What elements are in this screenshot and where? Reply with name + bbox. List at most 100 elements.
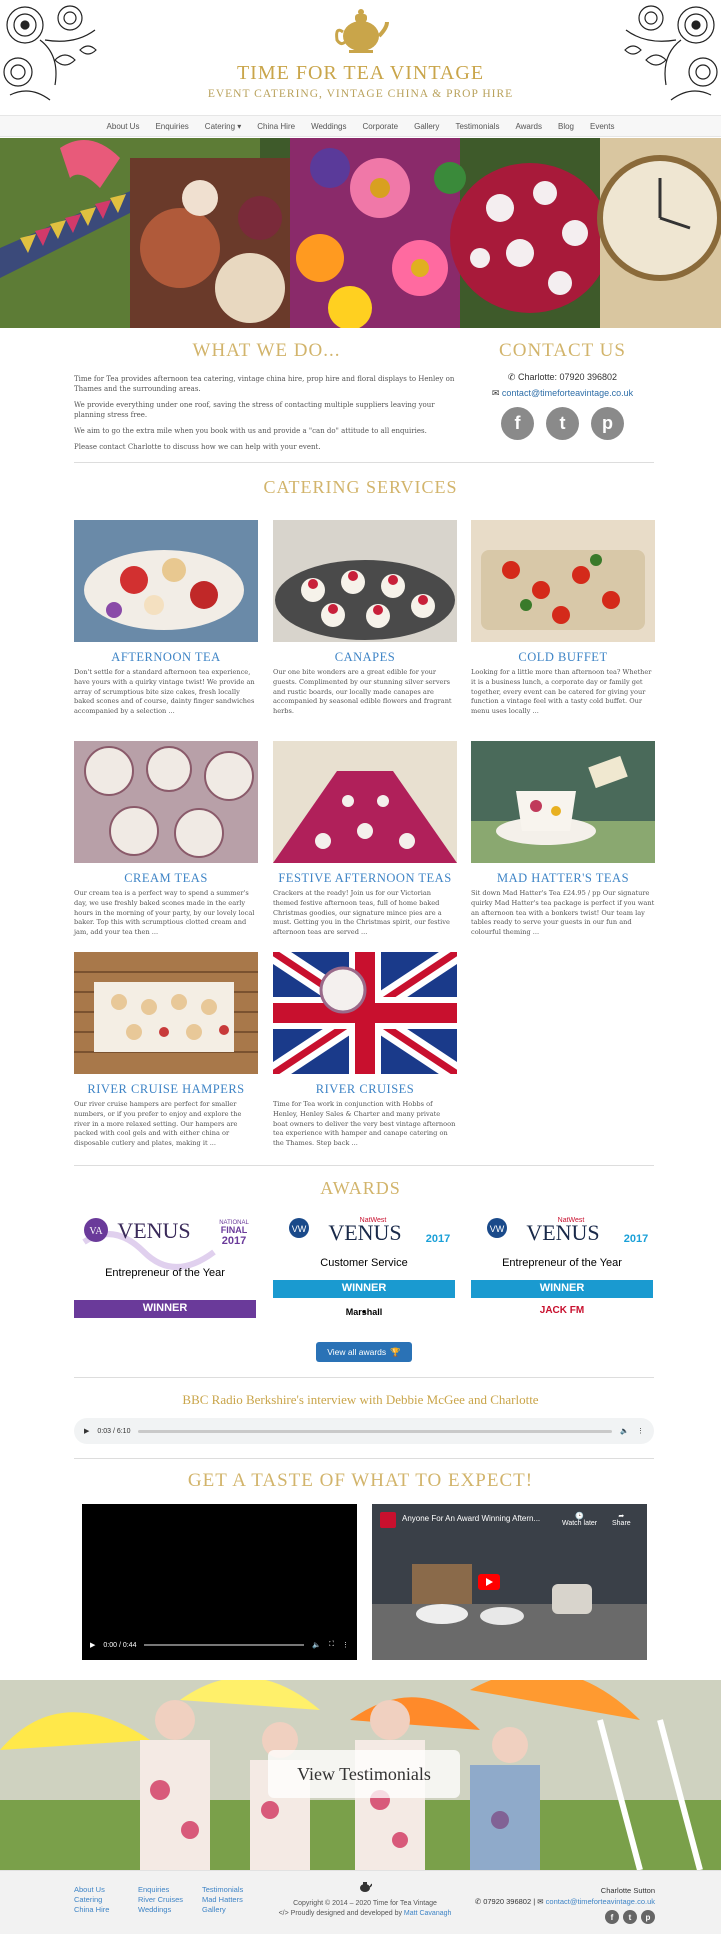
pinterest-icon[interactable]: p [641, 1910, 655, 1924]
audio-seek-bar[interactable] [138, 1429, 613, 1433]
catering-card-canapes[interactable]: CANAPES Our one bite wonders are a great… [273, 520, 457, 717]
nav-item-blog[interactable]: Blog [550, 116, 582, 136]
facebook-icon[interactable]: f [501, 407, 534, 440]
nav-item-gallery[interactable]: Gallery [406, 116, 447, 136]
contact-phone-text: Charlotte: 07920 396802 [517, 372, 618, 382]
brand-title[interactable]: TIME FOR TEA VINTAGE [0, 62, 721, 85]
award-result: WINNER [142, 1302, 188, 1314]
videos-heading: GET A TASTE OF WHAT TO EXPECT! [187, 1470, 534, 1491]
catering-card-festive-afternoon-teas[interactable]: FESTIVE AFTERNOON TEAS Crackers at the r… [273, 741, 457, 938]
catering-card-mad-hatters-teas[interactable]: MAD HATTER'S TEAS Sit down Mad Hatter's … [471, 741, 655, 938]
site-header: TIME FOR TEA VINTAGE EVENT CATERING, VIN… [0, 0, 721, 115]
svg-text:VENUS: VENUS [526, 1220, 599, 1245]
nav-item-enquiries[interactable]: Enquiries [147, 116, 196, 136]
youtube-video-title[interactable]: Anyone For An Award Winning Aftern... [402, 1514, 540, 1523]
svg-text:VW: VW [490, 1224, 505, 1234]
more-options-icon[interactable]: ⋮ [342, 1641, 349, 1649]
twitter-icon[interactable]: t [623, 1910, 637, 1924]
footer-name: Charlotte Sutton [600, 1886, 655, 1895]
volume-icon[interactable]: 🔈 [312, 1641, 321, 1649]
nav-item-awards[interactable]: Awards [507, 116, 550, 136]
footer-link[interactable]: Testimonials [202, 1885, 243, 1895]
card-title[interactable]: CREAM TEAS [74, 871, 258, 886]
volume-icon[interactable]: 🔈 [620, 1427, 629, 1435]
watch-later-button[interactable]: 🕒 Watch later [562, 1512, 597, 1527]
more-options-icon[interactable]: ⋮ [637, 1427, 644, 1435]
page: TIME FOR TEA VINTAGE EVENT CATERING, VIN… [0, 0, 721, 1934]
section-divider [74, 1458, 654, 1459]
card-title[interactable]: RIVER CRUISE HAMPERS [74, 1082, 258, 1097]
card-description: Looking for a little more than afternoon… [471, 668, 652, 716]
video-seek-bar[interactable] [144, 1644, 305, 1646]
contact-email-link[interactable]: contact@timefortea​vintage.co.uk [502, 388, 633, 398]
what-we-do-paragraph: Time for Tea provides afternoon tea cate… [74, 375, 455, 393]
nav-item-weddings[interactable]: Weddings [303, 116, 354, 136]
footer-contact-line: ✆ 07920 396802 | ✉ contact@timefortea​vi… [474, 1897, 655, 1906]
hero-banner-image [0, 138, 721, 328]
catering-card-cream-teas[interactable]: CREAM TEAS Our cream tea is a perfect wa… [74, 741, 258, 938]
twitter-icon[interactable]: t [546, 407, 579, 440]
contact-section: CONTACT US ✆ Charlotte: 07920 396802 ✉ c… [470, 340, 655, 440]
card-title[interactable]: CANAPES [273, 650, 457, 665]
footer-link[interactable]: Catering [74, 1895, 109, 1905]
card-title[interactable]: MAD HATTER'S TEAS [471, 871, 655, 886]
nav-item-china-hire[interactable]: China Hire [249, 116, 303, 136]
award-sponsor: Marshall [345, 1307, 383, 1317]
footer-phone[interactable]: 07920 396802 [483, 1897, 531, 1906]
contact-phone[interactable]: ✆ Charlotte: 07920 396802 [470, 372, 655, 383]
footer-link[interactable]: River Cruises [138, 1895, 183, 1905]
afternoon-tea-photo [74, 520, 258, 642]
youtube-embed[interactable]: Anyone For An Award Winning Aftern... 🕒 W… [372, 1504, 647, 1660]
watch-later-label: Watch later [562, 1520, 598, 1527]
award-result: WINNER [341, 1282, 387, 1294]
nav-item-testimonials[interactable]: Testimonials [447, 116, 507, 136]
card-description: Crackers at the ready! Join us for our V… [273, 889, 450, 937]
video-player[interactable]: ▶ 0:00 / 0:44 🔈 ⛶ ⋮ [82, 1504, 357, 1660]
social-links: f t p [470, 407, 655, 440]
nav-item-events[interactable]: Events [582, 116, 622, 136]
play-icon[interactable]: ▶ [84, 1427, 89, 1435]
facebook-icon[interactable]: f [605, 1910, 619, 1924]
view-testimonials-button[interactable]: View Testimonials [268, 1750, 460, 1798]
code-icon: </> [278, 1910, 291, 1917]
catering-card-cold-buffet[interactable]: COLD BUFFET Looking for a little more th… [471, 520, 655, 717]
mad-hatters-teas-photo [471, 741, 655, 863]
nav-item-corporate[interactable]: Corporate [355, 116, 407, 136]
footer-email-link[interactable]: contact@timefortea​vintage.co.uk [546, 1897, 655, 1906]
envelope-icon: ✉ [537, 1897, 546, 1906]
footer-link[interactable]: Enquiries [138, 1885, 183, 1895]
audio-player[interactable]: ▶ 0:03 / 6:10 🔈 ⋮ [74, 1418, 654, 1444]
card-description: Don't settle for a standard afternoon te… [74, 668, 255, 716]
view-all-awards-button[interactable]: View all awards 🏆 [316, 1342, 412, 1362]
card-title[interactable]: AFTERNOON TEA [74, 650, 258, 665]
footer-link[interactable]: Gallery [202, 1905, 243, 1915]
footer-link[interactable]: China Hire [74, 1905, 109, 1915]
share-label: Share [612, 1520, 631, 1527]
award-category: Entrepreneur of the Year [105, 1267, 225, 1279]
play-icon[interactable]: ▶ [90, 1641, 95, 1649]
footer-link[interactable]: About Us [74, 1885, 109, 1895]
card-description: Our cream tea is a perfect way to spend … [74, 889, 255, 937]
card-description: Time for Tea work in conjunction with Ho… [273, 1100, 456, 1148]
svg-text:VA: VA [89, 1226, 103, 1237]
share-icon: ➦ [618, 1513, 625, 1520]
card-title[interactable]: FESTIVE AFTERNOON TEAS [273, 871, 457, 886]
nav-item-catering[interactable]: Catering ▾ [197, 116, 249, 136]
catering-card-river-cruise-hampers[interactable]: RIVER CRUISE HAMPERS Our river cruise ha… [74, 952, 258, 1149]
channel-avatar[interactable] [380, 1512, 396, 1528]
catering-card-afternoon-tea[interactable]: AFTERNOON TEA Don't settle for a standar… [74, 520, 258, 717]
award-sponsor: JACK FM [539, 1305, 585, 1316]
nav-item-about-us[interactable]: About Us [99, 116, 148, 136]
card-description: Our river cruise hampers are perfect for… [74, 1100, 242, 1148]
card-title[interactable]: RIVER CRUISES [273, 1082, 457, 1097]
catering-card-river-cruises[interactable]: RIVER CRUISES Time for Tea work in conju… [267, 943, 463, 1149]
share-button[interactable]: ➦ Share [612, 1512, 631, 1527]
credit-line: </> Proudly designed and developed by Ma… [270, 1909, 460, 1919]
card-title[interactable]: COLD BUFFET [471, 650, 655, 665]
fullscreen-icon[interactable]: ⛶ [329, 1641, 334, 1649]
developer-link[interactable]: Matt Cavanagh [404, 1910, 451, 1917]
footer-link[interactable]: Weddings [138, 1905, 183, 1915]
footer-link[interactable]: Mad Hatters [202, 1895, 243, 1905]
card-description: Our one bite wonders are a great edible … [273, 668, 452, 716]
pinterest-icon[interactable]: p [591, 407, 624, 440]
